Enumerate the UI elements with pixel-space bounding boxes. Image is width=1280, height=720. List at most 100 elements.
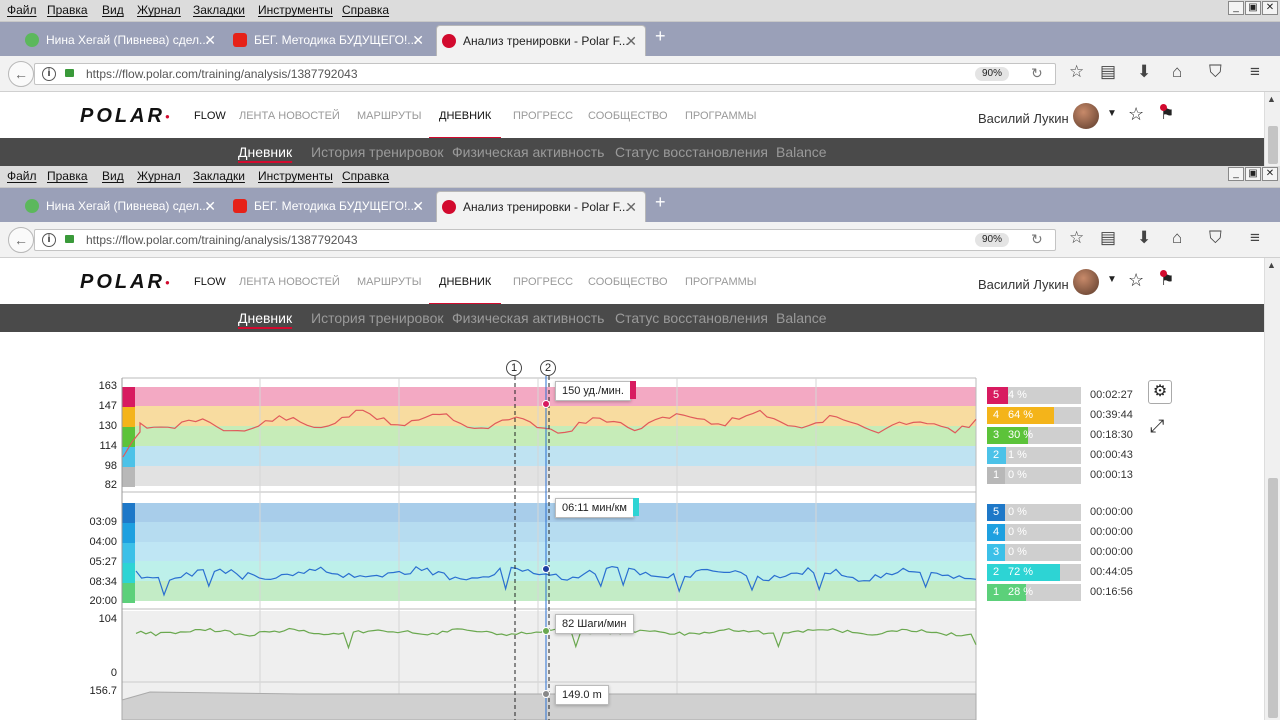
menu-edit[interactable]: Правка bbox=[47, 3, 88, 17]
menu-file[interactable]: Файл bbox=[7, 3, 37, 17]
menu-history[interactable]: Журнал bbox=[137, 3, 181, 17]
menu-file[interactable]: Файл bbox=[7, 169, 37, 183]
favorites-star-icon[interactable]: ☆ bbox=[1128, 270, 1144, 291]
back-button[interactable]: ← bbox=[8, 227, 34, 253]
home-icon[interactable]: ⌂ bbox=[1172, 62, 1182, 82]
user-name[interactable]: Василий Лукин bbox=[978, 111, 1069, 126]
nav-routes[interactable]: МАРШРУТЫ bbox=[357, 276, 421, 288]
subnav-history[interactable]: История тренировок bbox=[311, 310, 443, 326]
nav-flow[interactable]: FLOW bbox=[194, 276, 226, 288]
subnav-activity[interactable]: Физическая активность bbox=[452, 310, 604, 326]
menu-icon[interactable]: ≡ bbox=[1250, 228, 1260, 248]
subnav-history[interactable]: История тренировок bbox=[311, 144, 443, 160]
back-button[interactable]: ← bbox=[8, 61, 34, 87]
user-name[interactable]: Василий Лукин bbox=[978, 277, 1069, 292]
nav-community[interactable]: СООБЩЕСТВО bbox=[588, 110, 668, 122]
info-icon[interactable]: i bbox=[42, 67, 56, 81]
marker-1[interactable]: 1 bbox=[506, 360, 522, 376]
scrollbar-main[interactable]: ▲ bbox=[1264, 258, 1280, 720]
menu-edit[interactable]: Правка bbox=[47, 169, 88, 183]
tab-polar[interactable]: Анализ тренировки - Polar F... ✕ bbox=[436, 25, 646, 56]
nav-community[interactable]: СООБЩЕСТВО bbox=[588, 276, 668, 288]
close-window-button[interactable]: ✕ bbox=[1262, 1, 1278, 15]
menu-icon[interactable]: ≡ bbox=[1250, 62, 1260, 82]
url-bar[interactable]: i https://flow.polar.com/training/analys… bbox=[34, 229, 1056, 251]
close-tab-icon[interactable]: ✕ bbox=[625, 26, 637, 56]
tab-youtube[interactable]: БЕГ. Методика БУДУЩЕГО!... ✕ bbox=[228, 191, 432, 222]
maximize-button[interactable]: ▣ bbox=[1245, 1, 1261, 15]
menu-tools[interactable]: Инструменты bbox=[258, 3, 333, 17]
close-tab-icon[interactable]: ✕ bbox=[204, 25, 216, 55]
nav-programs[interactable]: ПРОГРАММЫ bbox=[685, 276, 757, 288]
tab-youtube[interactable]: БЕГ. Методика БУДУЩЕГО!... ✕ bbox=[228, 25, 432, 56]
close-tab-icon[interactable]: ✕ bbox=[625, 192, 637, 222]
subnav-diary[interactable]: Дневник bbox=[238, 144, 292, 160]
subnav-balance[interactable]: Balance bbox=[776, 144, 827, 160]
scrollbar-top[interactable]: ▲ bbox=[1264, 92, 1280, 166]
subnav-recovery[interactable]: Статус восстановления bbox=[615, 310, 768, 326]
menu-help[interactable]: Справка bbox=[342, 169, 389, 183]
url-bar[interactable]: i https://flow.polar.com/training/analys… bbox=[34, 63, 1056, 85]
marker-2[interactable]: 2 bbox=[540, 360, 556, 376]
menu-view[interactable]: Вид bbox=[102, 3, 124, 17]
avatar[interactable] bbox=[1073, 269, 1099, 295]
minimize-button[interactable]: _ bbox=[1228, 167, 1244, 181]
menu-view[interactable]: Вид bbox=[102, 169, 124, 183]
minimize-button[interactable]: _ bbox=[1228, 1, 1244, 15]
pocket-icon[interactable]: ⛉ bbox=[1209, 62, 1222, 82]
pocket-icon[interactable]: ⛉ bbox=[1209, 228, 1222, 248]
scroll-thumb[interactable] bbox=[1268, 126, 1278, 164]
info-icon[interactable]: i bbox=[42, 233, 56, 247]
bookmark-star-icon[interactable]: ☆ bbox=[1069, 228, 1084, 248]
url-text[interactable]: https://flow.polar.com/training/analysis… bbox=[86, 233, 358, 247]
home-icon[interactable]: ⌂ bbox=[1172, 228, 1182, 248]
nav-feed[interactable]: ЛЕНТА НОВОСТЕЙ bbox=[239, 110, 340, 122]
nav-diary[interactable]: ДНЕВНИК bbox=[428, 276, 502, 306]
favorites-star-icon[interactable]: ☆ bbox=[1128, 104, 1144, 125]
nav-diary[interactable]: ДНЕВНИК bbox=[428, 110, 502, 140]
chevron-down-icon[interactable]: ▼ bbox=[1107, 274, 1117, 285]
menu-bookmarks[interactable]: Закладки bbox=[193, 169, 245, 183]
reload-icon[interactable]: ↻ bbox=[1031, 65, 1043, 82]
subnav-recovery[interactable]: Статус восстановления bbox=[615, 144, 768, 160]
nav-routes[interactable]: МАРШРУТЫ bbox=[357, 110, 421, 122]
close-tab-icon[interactable]: ✕ bbox=[204, 191, 216, 221]
bookmark-star-icon[interactable]: ☆ bbox=[1069, 62, 1084, 82]
scroll-thumb[interactable] bbox=[1268, 478, 1278, 718]
nav-progress[interactable]: ПРОГРЕСС bbox=[513, 276, 573, 288]
download-icon[interactable]: ⬇ bbox=[1137, 62, 1151, 82]
new-tab-button[interactable]: + bbox=[655, 192, 666, 213]
download-icon[interactable]: ⬇ bbox=[1137, 228, 1151, 248]
polar-logo[interactable]: POLAR● bbox=[80, 271, 173, 294]
settings-gear-icon[interactable]: ⚙ bbox=[1148, 380, 1172, 404]
reload-icon[interactable]: ↻ bbox=[1031, 231, 1043, 248]
close-tab-icon[interactable]: ✕ bbox=[412, 25, 424, 55]
tab-nina[interactable]: Нина Хегай (Пивнева) сдел... ✕ bbox=[20, 25, 224, 56]
zoom-badge[interactable]: 90% bbox=[975, 233, 1009, 247]
scroll-up-icon[interactable]: ▲ bbox=[1267, 94, 1276, 104]
nav-progress[interactable]: ПРОГРЕСС bbox=[513, 110, 573, 122]
chevron-down-icon[interactable]: ▼ bbox=[1107, 108, 1117, 119]
new-tab-button[interactable]: + bbox=[655, 26, 666, 47]
tab-polar[interactable]: Анализ тренировки - Polar F... ✕ bbox=[436, 191, 646, 222]
maximize-button[interactable]: ▣ bbox=[1245, 167, 1261, 181]
url-text[interactable]: https://flow.polar.com/training/analysis… bbox=[86, 67, 358, 81]
subnav-activity[interactable]: Физическая активность bbox=[452, 144, 604, 160]
subnav-diary[interactable]: Дневник bbox=[238, 310, 292, 326]
tab-nina[interactable]: Нина Хегай (Пивнева) сдел... ✕ bbox=[20, 191, 224, 222]
reading-list-icon[interactable]: ▤ bbox=[1100, 228, 1116, 248]
menu-tools[interactable]: Инструменты bbox=[258, 169, 333, 183]
avatar[interactable] bbox=[1073, 103, 1099, 129]
subnav-balance[interactable]: Balance bbox=[776, 310, 827, 326]
nav-feed[interactable]: ЛЕНТА НОВОСТЕЙ bbox=[239, 276, 340, 288]
nav-programs[interactable]: ПРОГРАММЫ bbox=[685, 110, 757, 122]
expand-icon[interactable]: ⤢ bbox=[1150, 416, 1164, 437]
menu-help[interactable]: Справка bbox=[342, 3, 389, 17]
menu-history[interactable]: Журнал bbox=[137, 169, 181, 183]
scroll-up-icon[interactable]: ▲ bbox=[1267, 260, 1276, 270]
menu-bookmarks[interactable]: Закладки bbox=[193, 3, 245, 17]
close-window-button[interactable]: ✕ bbox=[1262, 167, 1278, 181]
nav-flow[interactable]: FLOW bbox=[194, 110, 226, 122]
polar-logo[interactable]: POLAR● bbox=[80, 105, 173, 128]
close-tab-icon[interactable]: ✕ bbox=[412, 191, 424, 221]
